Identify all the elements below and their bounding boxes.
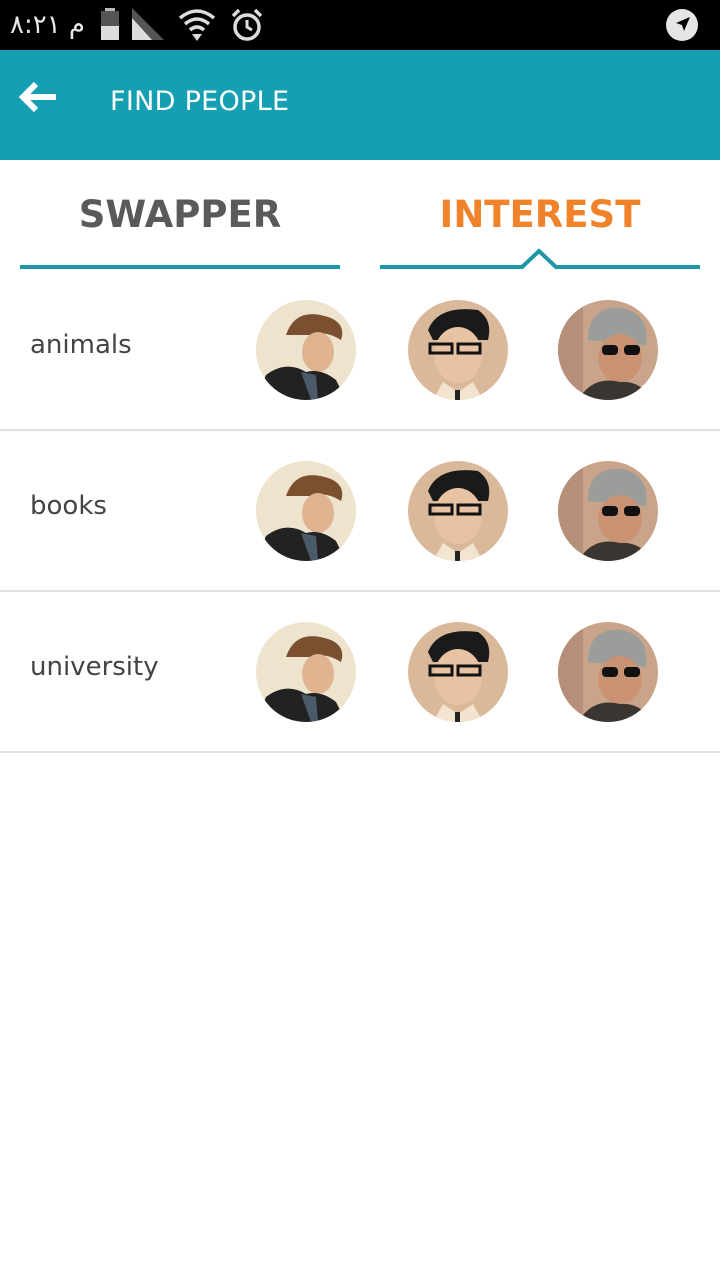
avatar-man-beanie-sunglasses[interactable] <box>558 300 658 400</box>
avatar-man-glasses[interactable] <box>408 461 508 561</box>
avatar-man-beanie-sunglasses[interactable] <box>558 622 658 722</box>
tab-swapper[interactable]: SWAPPER <box>20 160 340 270</box>
interest-row[interactable]: books <box>0 431 720 592</box>
interest-list: animals books university <box>0 270 720 753</box>
interest-name: university <box>30 652 159 682</box>
avatar-man-glasses[interactable] <box>408 622 508 722</box>
status-bar: م ٨:٢١ <box>0 0 720 50</box>
tab-swapper-underline <box>20 265 340 269</box>
battery-icon <box>100 8 120 45</box>
location-icon <box>665 8 699 47</box>
alarm-icon <box>230 8 264 47</box>
tab-bar: SWAPPER INTEREST <box>0 160 720 270</box>
signal-icon <box>132 8 166 45</box>
status-time: م ٨:٢١ <box>10 10 86 40</box>
back-button[interactable] <box>18 80 62 120</box>
interest-row[interactable]: university <box>0 592 720 753</box>
avatar-man-swept-hair[interactable] <box>256 300 356 400</box>
tab-swapper-label: SWAPPER <box>78 193 282 236</box>
interest-row[interactable]: animals <box>0 270 720 431</box>
interest-name: animals <box>30 330 132 360</box>
app-bar: FIND PEOPLE <box>0 50 720 160</box>
active-tab-caret-icon <box>521 248 557 270</box>
avatar-man-swept-hair[interactable] <box>256 461 356 561</box>
wifi-icon <box>178 8 216 47</box>
avatar-man-beanie-sunglasses[interactable] <box>558 461 658 561</box>
tab-interest-label: INTEREST <box>439 193 641 236</box>
page-title: FIND PEOPLE <box>110 86 290 117</box>
interest-name: books <box>30 491 107 521</box>
avatar-man-glasses[interactable] <box>408 300 508 400</box>
avatar-man-swept-hair[interactable] <box>256 622 356 722</box>
arrow-left-icon <box>18 81 56 113</box>
tab-interest[interactable]: INTEREST <box>380 160 700 270</box>
